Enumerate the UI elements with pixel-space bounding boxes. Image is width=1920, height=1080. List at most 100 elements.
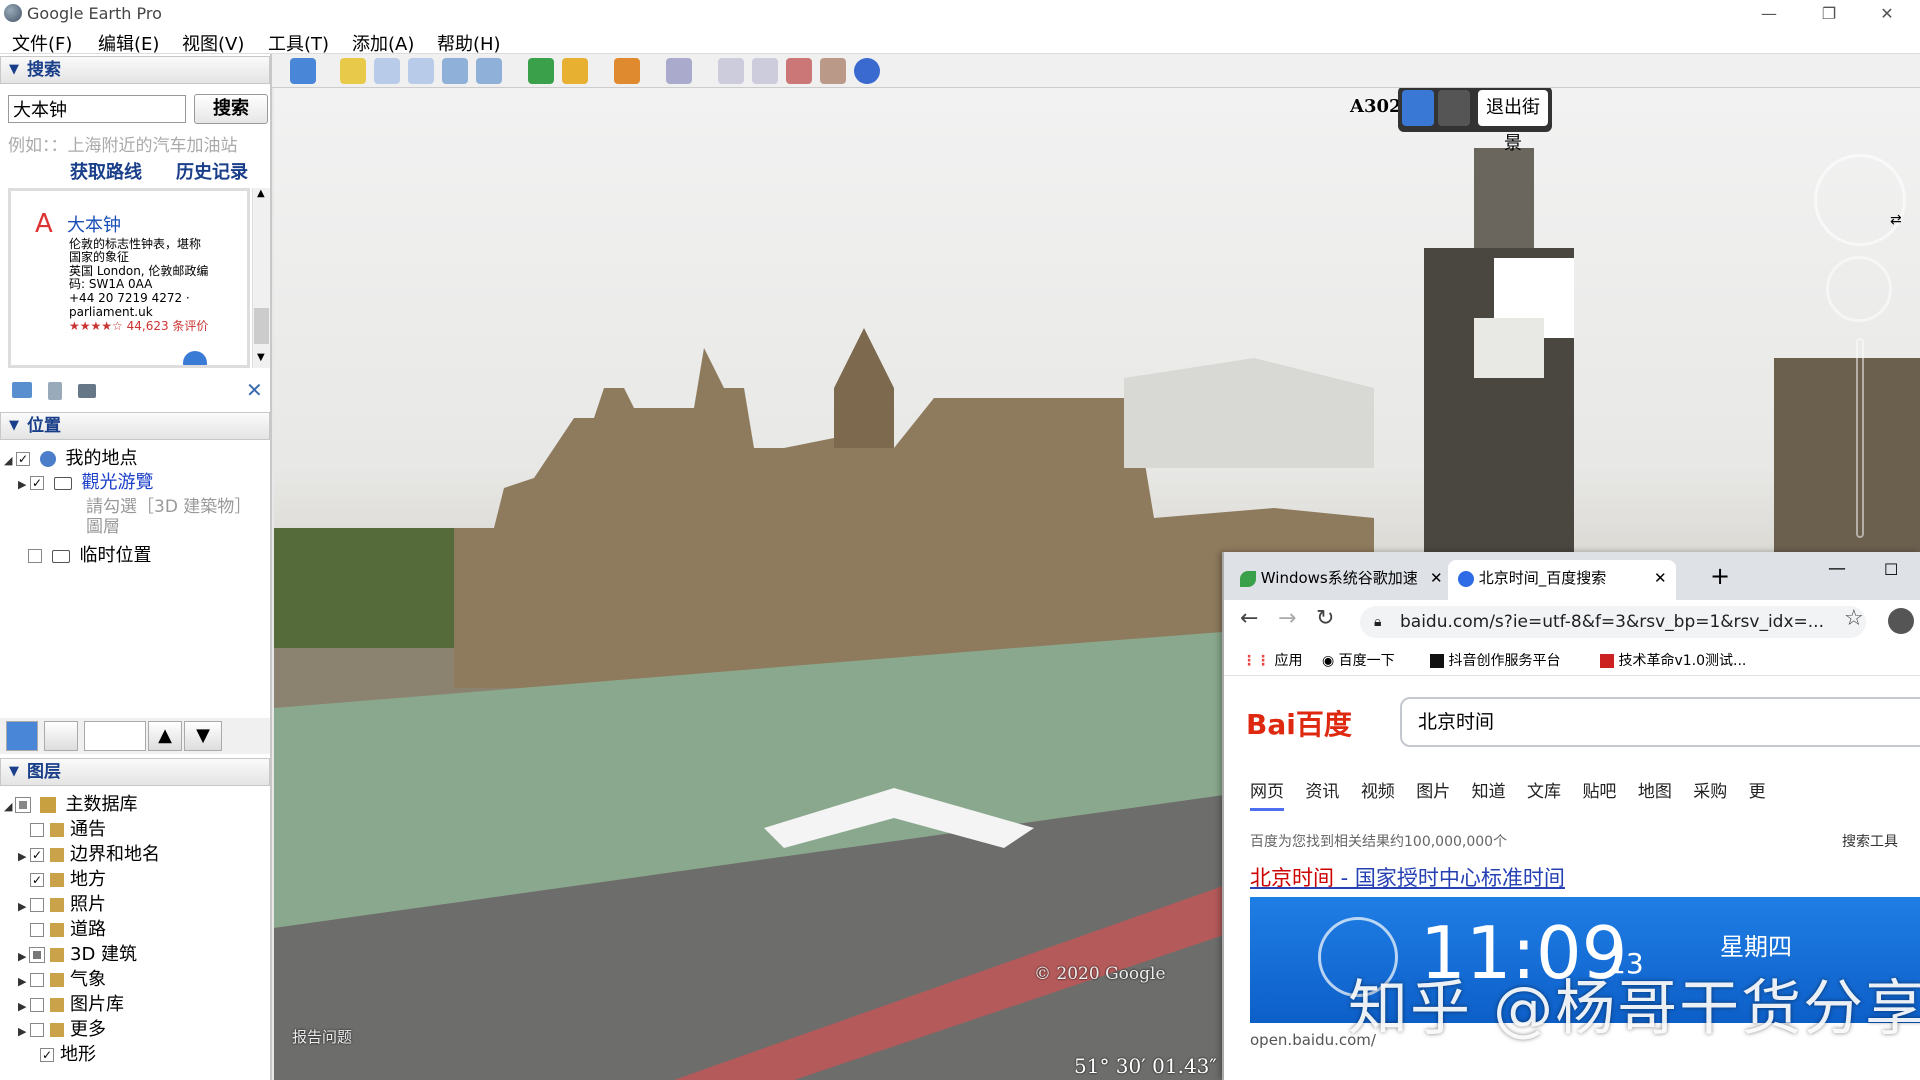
tab-zhidao[interactable]: 知道 bbox=[1472, 782, 1506, 802]
back-icon[interactable]: ← bbox=[1240, 606, 1258, 631]
checkbox[interactable] bbox=[15, 797, 31, 813]
layer-item[interactable]: ▶ 照片 bbox=[18, 890, 106, 916]
expand-icon[interactable]: ▶ bbox=[18, 1025, 30, 1038]
print-icon[interactable] bbox=[78, 384, 96, 398]
history-link[interactable]: 历史记录 bbox=[176, 158, 248, 184]
checkbox[interactable] bbox=[30, 998, 44, 1012]
minimize-icon[interactable]: — bbox=[1746, 0, 1792, 28]
layer-item[interactable]: 通告 bbox=[18, 815, 106, 841]
bookmark-star-icon[interactable]: ☆ bbox=[1844, 606, 1864, 631]
look-joystick[interactable] bbox=[1814, 154, 1906, 246]
add-polygon-icon[interactable] bbox=[374, 58, 400, 84]
menu-tools[interactable]: 工具(T) bbox=[268, 30, 329, 56]
expand-icon[interactable]: ▶ bbox=[18, 975, 30, 988]
bookmark-baidu[interactable]: ◉ 百度一下 bbox=[1322, 650, 1395, 670]
forward-icon[interactable]: → bbox=[1278, 606, 1296, 631]
image-overlay-icon[interactable] bbox=[442, 58, 468, 84]
sidebar-toggle-icon[interactable] bbox=[44, 721, 78, 751]
baidu-logo[interactable]: Bai百度 bbox=[1246, 703, 1352, 743]
search-input[interactable] bbox=[8, 95, 186, 123]
save-image-icon[interactable] bbox=[786, 58, 812, 84]
checkbox[interactable]: ✓ bbox=[30, 476, 44, 490]
minimize-icon[interactable]: — bbox=[1828, 558, 1846, 579]
zoom-slider[interactable] bbox=[1856, 338, 1864, 538]
places-header[interactable]: ▼ 位置 bbox=[0, 412, 270, 440]
record-tour-icon[interactable] bbox=[476, 58, 502, 84]
checkbox[interactable] bbox=[28, 549, 42, 563]
ruler-icon[interactable] bbox=[666, 58, 692, 84]
scroll-down-icon[interactable]: ▼ bbox=[257, 352, 265, 363]
restore-icon[interactable]: ❐ bbox=[1806, 0, 1852, 28]
move-up-icon[interactable]: ▲ bbox=[148, 721, 182, 751]
building-icon[interactable] bbox=[1438, 90, 1470, 126]
search-button[interactable]: 搜索 bbox=[194, 94, 268, 124]
menu-add[interactable]: 添加(A) bbox=[352, 30, 414, 56]
sunlight-icon[interactable] bbox=[562, 58, 588, 84]
checkbox[interactable] bbox=[30, 823, 44, 837]
earth-view-icon[interactable] bbox=[854, 58, 880, 84]
menu-edit[interactable]: 编辑(E) bbox=[98, 30, 159, 56]
layer-item[interactable]: ▶ ✓ 边界和地名 bbox=[18, 840, 160, 866]
tree-tour[interactable]: ▶ ✓ 觀光游覽 bbox=[18, 468, 153, 494]
tree-my-places[interactable]: ◢ ✓ 我的地点 bbox=[4, 444, 137, 470]
tab-images[interactable]: 图片 bbox=[1416, 782, 1450, 802]
tab-baidu[interactable]: 北京时间_百度搜索 ✕ bbox=[1448, 560, 1676, 600]
search-tools-button[interactable]: 搜索工具 bbox=[1842, 831, 1898, 851]
tab-tieba[interactable]: 贴吧 bbox=[1582, 782, 1616, 802]
tab-purchase[interactable]: 采购 bbox=[1693, 782, 1727, 802]
get-directions-link[interactable]: 获取路线 bbox=[70, 158, 142, 184]
checkbox[interactable]: ✓ bbox=[30, 848, 44, 862]
menu-file[interactable]: 文件(F) bbox=[12, 30, 72, 56]
layer-item[interactable]: ✓ 地形 bbox=[28, 1040, 96, 1066]
expand-icon[interactable]: ◢ bbox=[4, 454, 16, 467]
search-result-card[interactable]: A 大本钟 伦敦的标志性钟表，堪称 国家的象征 英国 London, 伦敦邮政编… bbox=[8, 188, 250, 368]
tree-primary-database[interactable]: ◢ 主数据库 bbox=[4, 790, 137, 816]
bookmark-tech[interactable]: 技术革命v1.0测试... bbox=[1600, 650, 1746, 670]
pegman-icon[interactable] bbox=[1402, 90, 1434, 126]
menu-view[interactable]: 视图(V) bbox=[182, 30, 244, 56]
expand-icon[interactable]: ▶ bbox=[18, 850, 30, 863]
panel-input[interactable] bbox=[84, 721, 146, 751]
baidu-search-input[interactable]: 北京时间 bbox=[1400, 697, 1920, 747]
new-tab-button[interactable]: + bbox=[1710, 562, 1730, 590]
sidebar-toggle-icon[interactable] bbox=[290, 58, 316, 84]
expand-icon[interactable]: ▶ bbox=[18, 900, 30, 913]
north-icon[interactable]: ⇄ bbox=[1890, 212, 1902, 228]
report-problem-link[interactable]: 报告问题 bbox=[292, 1026, 352, 1047]
profile-icon[interactable] bbox=[1888, 608, 1914, 634]
move-joystick[interactable] bbox=[1826, 256, 1892, 322]
tab-windows-google[interactable]: Windows系统谷歌加速 ✕ bbox=[1240, 560, 1446, 600]
scroll-up-icon[interactable]: ▲ bbox=[257, 188, 265, 199]
expand-icon[interactable]: ▶ bbox=[18, 950, 30, 963]
url-field[interactable]: 🔒︎ baidu.com/s?ie=utf-8&f=3&rsv_bp=1&rsv… bbox=[1360, 606, 1866, 638]
checkbox[interactable] bbox=[30, 923, 44, 937]
planets-icon[interactable] bbox=[614, 58, 640, 84]
maximize-icon[interactable]: ☐ bbox=[1884, 560, 1898, 579]
bookmark-apps[interactable]: ⋮⋮ 应用 bbox=[1242, 650, 1302, 670]
tree-temp-places[interactable]: 临时位置 bbox=[16, 541, 151, 567]
results-scrollbar[interactable]: ▲ ▼ bbox=[252, 188, 270, 368]
tab-news[interactable]: 资讯 bbox=[1305, 782, 1339, 802]
tab-wenku[interactable]: 文库 bbox=[1527, 782, 1561, 802]
expand-icon[interactable]: ◢ bbox=[4, 800, 16, 813]
expand-icon[interactable]: ▶ bbox=[18, 478, 30, 491]
checkbox[interactable] bbox=[29, 947, 45, 963]
globe-icon[interactable] bbox=[183, 351, 207, 365]
layer-item[interactable]: ▶ 气象 bbox=[18, 965, 106, 991]
tab-video[interactable]: 视频 bbox=[1361, 782, 1395, 802]
bookmark-douyin[interactable]: 抖音创作服务平台 bbox=[1430, 650, 1560, 670]
checkbox[interactable]: ✓ bbox=[40, 1048, 54, 1062]
move-down-icon[interactable]: ▼ bbox=[184, 721, 222, 751]
search-mode-icon[interactable] bbox=[6, 721, 38, 751]
result-title[interactable]: 大本钟 bbox=[67, 211, 121, 237]
menu-help[interactable]: 帮助(H) bbox=[437, 30, 501, 56]
search-header[interactable]: ▼ 搜索 bbox=[0, 56, 270, 84]
historical-imagery-icon[interactable] bbox=[528, 58, 554, 84]
close-panel-icon[interactable]: ✕ bbox=[246, 378, 263, 402]
expand-icon[interactable]: ▶ bbox=[18, 1000, 30, 1013]
exit-streetview-button[interactable]: 退出街景 bbox=[1478, 90, 1548, 154]
scrollbar-thumb[interactable] bbox=[254, 308, 269, 344]
layers-header[interactable]: ▼ 图层 bbox=[0, 758, 270, 786]
add-path-icon[interactable] bbox=[408, 58, 434, 84]
layer-item[interactable]: ▶ 更多 bbox=[18, 1015, 106, 1041]
